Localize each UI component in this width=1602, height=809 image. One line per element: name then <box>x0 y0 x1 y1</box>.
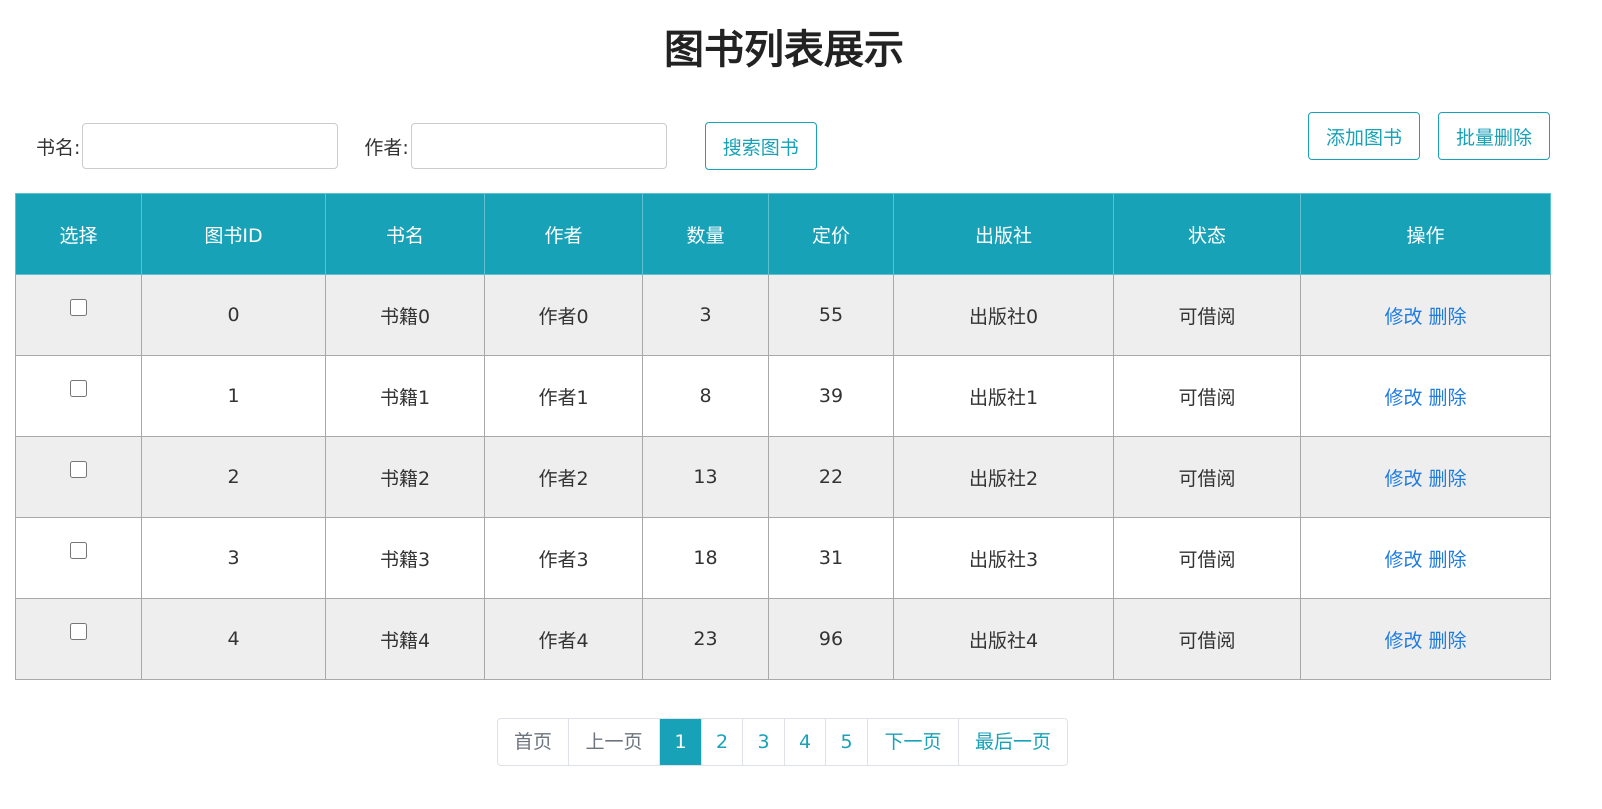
actions-cell: 修改 删除 <box>1300 436 1551 518</box>
publisher-cell: 出版社2 <box>893 436 1114 518</box>
table-row: 3 书籍3 作者3 18 31 出版社3 可借阅 修改 删除 <box>15 517 1551 599</box>
page-2[interactable]: 2 <box>701 719 742 765</box>
table-row: 2 书籍2 作者2 13 22 出版社2 可借阅 修改 删除 <box>15 436 1551 518</box>
count-cell: 13 <box>642 436 769 518</box>
price-cell: 55 <box>768 274 894 356</box>
delete-link[interactable]: 删除 <box>1429 468 1467 490</box>
table-row: 1 书籍1 作者1 8 39 出版社1 可借阅 修改 删除 <box>15 355 1551 437</box>
table-row: 0 书籍0 作者0 3 55 出版社0 可借阅 修改 删除 <box>15 274 1551 356</box>
publisher-cell: 出版社4 <box>893 598 1114 680</box>
page-1[interactable]: 1 <box>659 719 701 765</box>
edit-link[interactable]: 修改 <box>1384 387 1422 409</box>
delete-link[interactable]: 删除 <box>1429 306 1467 328</box>
page-first[interactable]: 首页 <box>498 719 568 765</box>
price-cell: 39 <box>768 355 894 437</box>
delete-link[interactable]: 删除 <box>1429 387 1467 409</box>
select-cell <box>15 436 142 518</box>
row-checkbox[interactable] <box>70 623 87 640</box>
select-cell <box>15 598 142 680</box>
row-checkbox[interactable] <box>70 299 87 316</box>
author-input[interactable] <box>410 123 667 169</box>
edit-link[interactable]: 修改 <box>1384 468 1422 490</box>
edit-link[interactable]: 修改 <box>1384 306 1422 328</box>
header-actions: 操作 <box>1300 193 1551 275</box>
count-cell: 8 <box>642 355 769 437</box>
book-id-cell: 3 <box>141 517 326 599</box>
page-last[interactable]: 最后一页 <box>958 719 1067 765</box>
table-row: 4 书籍4 作者4 23 96 出版社4 可借阅 修改 删除 <box>15 598 1551 680</box>
book-name-cell: 书籍3 <box>325 517 485 599</box>
row-checkbox[interactable] <box>70 461 87 478</box>
header-select: 选择 <box>15 193 142 275</box>
edit-link[interactable]: 修改 <box>1384 549 1422 571</box>
status-cell: 可借阅 <box>1113 436 1301 518</box>
author-cell: 作者4 <box>484 598 643 680</box>
publisher-cell: 出版社0 <box>893 274 1114 356</box>
page-3[interactable]: 3 <box>742 719 784 765</box>
status-cell: 可借阅 <box>1113 598 1301 680</box>
search-bar: 书名: 作者: 搜索图书 <box>36 122 817 170</box>
table-header-row: 选择 图书ID 书名 作者 数量 定价 出版社 状态 操作 <box>15 193 1551 275</box>
author-label: 作者: <box>364 136 409 159</box>
header-price: 定价 <box>768 193 894 275</box>
search-books-button[interactable]: 搜索图书 <box>704 122 817 170</box>
pagination: 首页 上一页 1 2 3 4 5 下一页 最后一页 <box>497 718 1068 766</box>
book-name-input[interactable] <box>82 123 339 169</box>
actions-cell: 修改 删除 <box>1300 355 1551 437</box>
status-cell: 可借阅 <box>1113 517 1301 599</box>
price-cell: 31 <box>768 517 894 599</box>
publisher-cell: 出版社3 <box>893 517 1114 599</box>
select-cell <box>15 355 142 437</box>
price-cell: 96 <box>768 598 894 680</box>
book-name-cell: 书籍2 <box>325 436 485 518</box>
header-count: 数量 <box>642 193 769 275</box>
book-id-cell: 2 <box>141 436 326 518</box>
row-checkbox[interactable] <box>70 542 87 559</box>
delete-link[interactable]: 删除 <box>1429 549 1467 571</box>
page-4[interactable]: 4 <box>784 719 825 765</box>
actions-cell: 修改 删除 <box>1300 517 1551 599</box>
author-cell: 作者2 <box>484 436 643 518</box>
book-name-cell: 书籍4 <box>325 598 485 680</box>
actions-cell: 修改 删除 <box>1300 598 1551 680</box>
book-id-cell: 0 <box>141 274 326 356</box>
publisher-cell: 出版社1 <box>893 355 1114 437</box>
author-cell: 作者3 <box>484 517 643 599</box>
page-title: 图书列表展示 <box>664 27 904 73</box>
header-publisher: 出版社 <box>893 193 1114 275</box>
select-cell <box>15 274 142 356</box>
book-name-cell: 书籍0 <box>325 274 485 356</box>
header-book-name: 书名 <box>325 193 485 275</box>
select-cell <box>15 517 142 599</box>
row-checkbox[interactable] <box>70 380 87 397</box>
book-id-cell: 4 <box>141 598 326 680</box>
count-cell: 3 <box>642 274 769 356</box>
header-author: 作者 <box>484 193 643 275</box>
price-cell: 22 <box>768 436 894 518</box>
count-cell: 18 <box>642 517 769 599</box>
batch-delete-button[interactable]: 批量删除 <box>1438 112 1550 160</box>
book-name-cell: 书籍1 <box>325 355 485 437</box>
book-name-label: 书名: <box>36 136 81 159</box>
page-5[interactable]: 5 <box>825 719 867 765</box>
status-cell: 可借阅 <box>1113 355 1301 437</box>
actions-cell: 修改 删除 <box>1300 274 1551 356</box>
delete-link[interactable]: 删除 <box>1429 630 1467 652</box>
author-cell: 作者1 <box>484 355 643 437</box>
status-cell: 可借阅 <box>1113 274 1301 356</box>
header-status: 状态 <box>1113 193 1301 275</box>
add-book-button[interactable]: 添加图书 <box>1308 112 1420 160</box>
author-cell: 作者0 <box>484 274 643 356</box>
page-prev[interactable]: 上一页 <box>568 719 659 765</box>
page-next[interactable]: 下一页 <box>867 719 958 765</box>
edit-link[interactable]: 修改 <box>1384 630 1422 652</box>
book-table: 选择 图书ID 书名 作者 数量 定价 出版社 状态 操作 0 书籍0 作者0 … <box>15 193 1551 680</box>
header-book-id: 图书ID <box>141 193 326 275</box>
book-id-cell: 1 <box>141 355 326 437</box>
count-cell: 23 <box>642 598 769 680</box>
